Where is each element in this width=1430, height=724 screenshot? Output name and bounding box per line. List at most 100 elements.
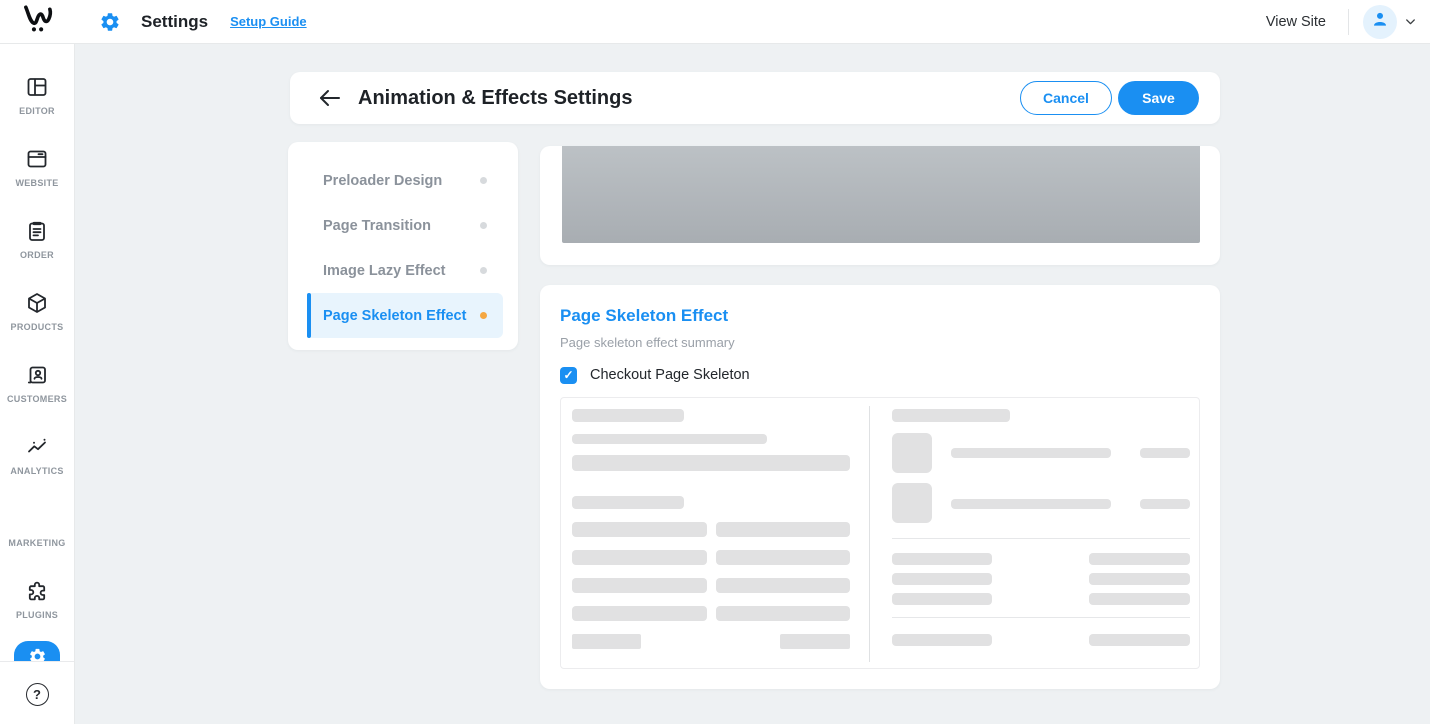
skeleton-bar [892, 409, 1010, 422]
sidebar-item-products[interactable]: PRODUCTS [0, 275, 74, 347]
sidebar-item-order[interactable]: ORDER [0, 203, 74, 275]
sidebar-item-website[interactable]: WEBSITE [0, 131, 74, 203]
status-dot [480, 177, 487, 184]
menu-item-label: Page Transition [323, 218, 431, 234]
skeleton-bar [892, 593, 992, 605]
menu-item-label: Image Lazy Effect [323, 263, 446, 279]
sidebar-item-label: WEBSITE [15, 178, 58, 188]
skeleton-bar [892, 553, 992, 565]
skeleton-bar [572, 578, 707, 593]
back-arrow-icon[interactable] [318, 88, 342, 108]
skeleton-bar [1089, 634, 1190, 646]
sidebar-item-label: MARKETING [8, 538, 65, 548]
checkbox-label: Checkout Page Skeleton [590, 367, 750, 383]
status-dot [480, 312, 487, 319]
menu-item-label: Page Skeleton Effect [323, 308, 466, 324]
status-dot [480, 267, 487, 274]
skeleton-bar [951, 499, 1111, 509]
skeleton-square [892, 433, 932, 473]
sidebar: EDITOR WEBSITE [0, 44, 75, 724]
preview-column-divider [869, 406, 870, 662]
page-header-title: Settings [141, 12, 208, 32]
skeleton-bar [572, 409, 684, 422]
topbar-divider [1348, 9, 1349, 35]
menu-item-preloader-design[interactable]: Preloader Design [307, 158, 503, 203]
user-avatar[interactable] [1363, 5, 1397, 39]
sidebar-item-label: PRODUCTS [11, 322, 64, 332]
effect-preview-gray-block [562, 146, 1200, 243]
view-site-link[interactable]: View Site [1266, 14, 1326, 30]
section-summary: Page skeleton effect summary [560, 335, 1200, 351]
menu-item-image-lazy-effect[interactable]: Image Lazy Effect [307, 248, 503, 293]
skeleton-bar [716, 550, 850, 565]
plugins-puzzle-icon [25, 579, 49, 603]
sidebar-item-label: ANALYTICS [10, 466, 63, 476]
preview-divider-line [892, 538, 1190, 539]
effects-menu-card: Preloader Design Page Transition Image L… [288, 142, 518, 350]
skeleton-bar [892, 634, 992, 646]
setup-guide-link[interactable]: Setup Guide [230, 14, 307, 29]
skeleton-bar [572, 434, 767, 444]
topbar: Settings Setup Guide View Site [0, 0, 1430, 44]
editor-layout-icon [25, 75, 49, 99]
page-title: Animation & Effects Settings [358, 87, 632, 110]
menu-item-page-transition[interactable]: Page Transition [307, 203, 503, 248]
page-skeleton-effect-card: Page Skeleton Effect Page skeleton effec… [540, 285, 1220, 689]
settings-gear-icon [99, 11, 121, 33]
skeleton-bar [892, 573, 992, 585]
preview-divider-line [892, 617, 1190, 618]
skeleton-bar [1140, 499, 1190, 509]
skeleton-bar [716, 578, 850, 593]
settings-header-card: Animation & Effects Settings Cancel Save [290, 72, 1220, 124]
chevron-down-icon[interactable] [1403, 14, 1418, 29]
skeleton-bar [1089, 593, 1190, 605]
topbar-right: View Site [1266, 5, 1430, 39]
website-browser-icon [25, 147, 49, 171]
user-person-icon [1370, 9, 1390, 34]
brand-logo[interactable] [0, 0, 75, 44]
skeleton-bar [780, 634, 850, 649]
skeleton-bar [572, 634, 641, 649]
sidebar-item-settings-active[interactable] [14, 641, 60, 662]
save-button[interactable]: Save [1118, 81, 1199, 115]
marketing-icon-placeholder [25, 507, 49, 531]
skeleton-bar [572, 606, 707, 621]
sidebar-item-customers[interactable]: CUSTOMERS [0, 347, 74, 419]
skeleton-bar [1089, 573, 1190, 585]
menu-item-page-skeleton-effect[interactable]: Page Skeleton Effect [307, 293, 503, 338]
skeleton-bar [951, 448, 1111, 458]
sidebar-item-marketing[interactable]: MARKETING [0, 491, 74, 563]
cancel-button[interactable]: Cancel [1020, 81, 1112, 115]
skeleton-bar [716, 522, 850, 537]
skeleton-bar [572, 550, 707, 565]
analytics-chart-icon [25, 435, 49, 459]
help-icon[interactable]: ? [26, 683, 49, 706]
settings-gear-white-icon [28, 647, 47, 662]
sidebar-item-label: ORDER [20, 250, 54, 260]
skeleton-bar [716, 606, 850, 621]
skeleton-bar [1089, 553, 1190, 565]
order-clipboard-icon [25, 219, 49, 243]
checkout-page-skeleton-row[interactable]: ✓ Checkout Page Skeleton [560, 366, 1200, 384]
sidebar-item-label: PLUGINS [16, 610, 58, 620]
logo-w-icon [19, 1, 57, 42]
customers-card-icon [25, 363, 49, 387]
skeleton-preview [560, 397, 1200, 669]
sidebar-item-label: CUSTOMERS [7, 394, 67, 404]
sidebar-item-label: EDITOR [19, 106, 55, 116]
skeleton-bar [572, 496, 684, 509]
skeleton-bar [1140, 448, 1190, 458]
sidebar-item-editor[interactable]: EDITOR [0, 59, 74, 131]
skeleton-bar [572, 455, 850, 471]
checkbox-checked-icon[interactable]: ✓ [560, 367, 577, 384]
skeleton-square [892, 483, 932, 523]
skeleton-bar [572, 522, 707, 537]
sidebar-item-plugins[interactable]: PLUGINS [0, 563, 74, 635]
sidebar-item-analytics[interactable]: ANALYTICS [0, 419, 74, 491]
main-content: Animation & Effects Settings Cancel Save… [75, 44, 1430, 724]
status-dot [480, 222, 487, 229]
sidebar-help: ? [0, 683, 74, 706]
products-cube-icon [25, 291, 49, 315]
sidebar-nav: EDITOR WEBSITE [0, 44, 74, 662]
section-title: Page Skeleton Effect [560, 305, 1200, 327]
